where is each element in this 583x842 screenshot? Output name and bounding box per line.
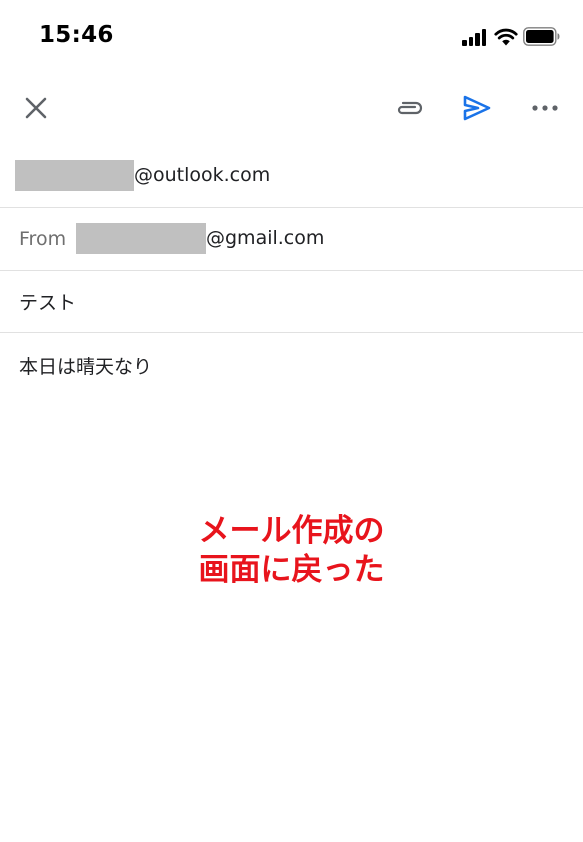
more-icon bbox=[532, 105, 558, 111]
annotation-line-1: メール作成の bbox=[198, 513, 385, 549]
more-options-button[interactable] bbox=[525, 88, 565, 128]
from-field[interactable]: From @gmail.com bbox=[0, 208, 583, 271]
close-button[interactable] bbox=[16, 88, 56, 128]
send-button[interactable] bbox=[457, 88, 497, 128]
from-label: From bbox=[19, 228, 67, 250]
compose-toolbar bbox=[0, 72, 583, 142]
from-address-domain: @gmail.com bbox=[206, 227, 325, 249]
status-bar: 15:46 bbox=[0, 0, 583, 72]
subject-field[interactable]: テスト bbox=[0, 271, 583, 333]
attach-button[interactable] bbox=[389, 88, 429, 128]
send-icon bbox=[463, 95, 491, 121]
body-text[interactable]: 本日は晴天なり bbox=[19, 352, 152, 379]
cellular-signal-icon bbox=[462, 29, 488, 46]
battery-icon bbox=[523, 27, 560, 46]
annotation-text: メール作成の 画面に戻った bbox=[0, 512, 583, 590]
subject-text: テスト bbox=[19, 292, 77, 314]
annotation-line-2: 画面に戻った bbox=[198, 552, 385, 588]
redacted-recipient bbox=[15, 160, 134, 191]
attachment-icon bbox=[397, 101, 423, 115]
close-icon bbox=[25, 97, 47, 119]
wifi-icon bbox=[494, 28, 518, 46]
redacted-sender bbox=[76, 223, 206, 254]
to-field[interactable]: @outlook.com bbox=[0, 146, 583, 208]
to-address-domain: @outlook.com bbox=[134, 164, 271, 186]
status-time: 15:46 bbox=[39, 22, 114, 48]
